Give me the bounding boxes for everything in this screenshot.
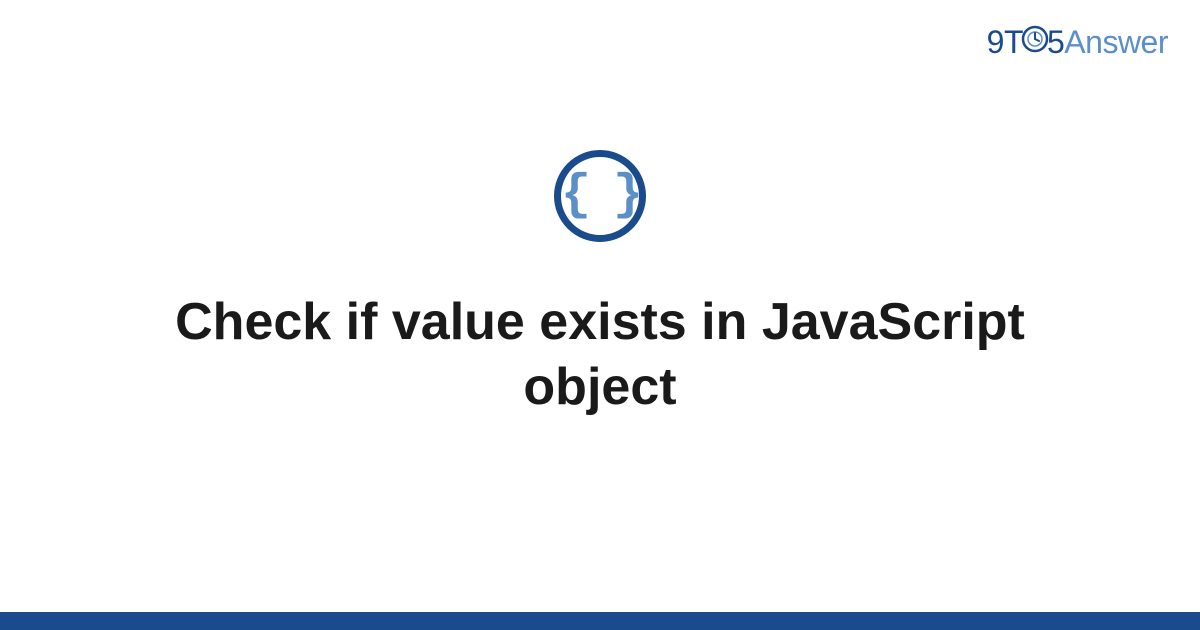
clock-icon <box>1021 24 1049 61</box>
bottom-accent-bar <box>0 612 1200 630</box>
braces-glyph: { } <box>561 171 639 221</box>
main-content: { } Check if value exists in JavaScript … <box>0 0 1200 630</box>
code-braces-icon: { } <box>554 150 646 242</box>
logo-part-5: 5 <box>1047 24 1064 60</box>
logo-part-9t: 9T <box>987 24 1023 60</box>
logo-part-answer: Answer <box>1064 24 1168 60</box>
page-title: Check if value exists in JavaScript obje… <box>100 290 1100 420</box>
site-logo: 9T 5Answer <box>987 24 1168 63</box>
